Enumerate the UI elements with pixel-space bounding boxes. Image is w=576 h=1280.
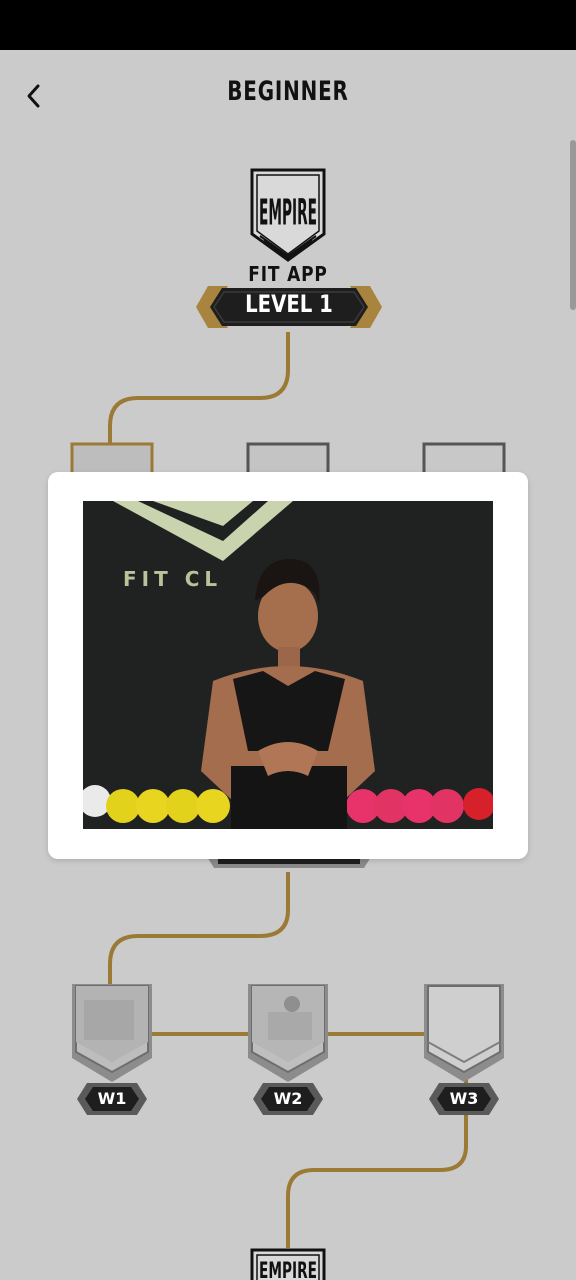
video-thumbnail [83,501,493,829]
level-label: LEVEL 1 [245,290,333,318]
week-pill-1[interactable]: W1 [77,1083,147,1115]
week-pill-3[interactable]: W3 [429,1083,499,1115]
week-pill-2[interactable]: W2 [253,1083,323,1115]
week-label: W1 [97,1089,127,1108]
intro-video[interactable]: FIT CL [83,501,493,829]
logo-text: EMPIRE [259,1259,317,1280]
logo-text: EMPIRE [259,192,317,234]
week-label: W3 [449,1089,479,1108]
week-shield-1[interactable] [70,982,154,1086]
week-shield-3[interactable] [422,982,506,1086]
week-shield-2[interactable] [246,982,330,1086]
app-label: FIT APP [248,262,328,286]
empire-logo: EMPIRE [250,168,326,262]
empire-logo-bottom: EMPIRE [250,1248,326,1280]
gym-sign-text: FIT CL [123,567,223,591]
week-label: W2 [273,1089,303,1108]
video-card: FIT CL [48,472,528,859]
